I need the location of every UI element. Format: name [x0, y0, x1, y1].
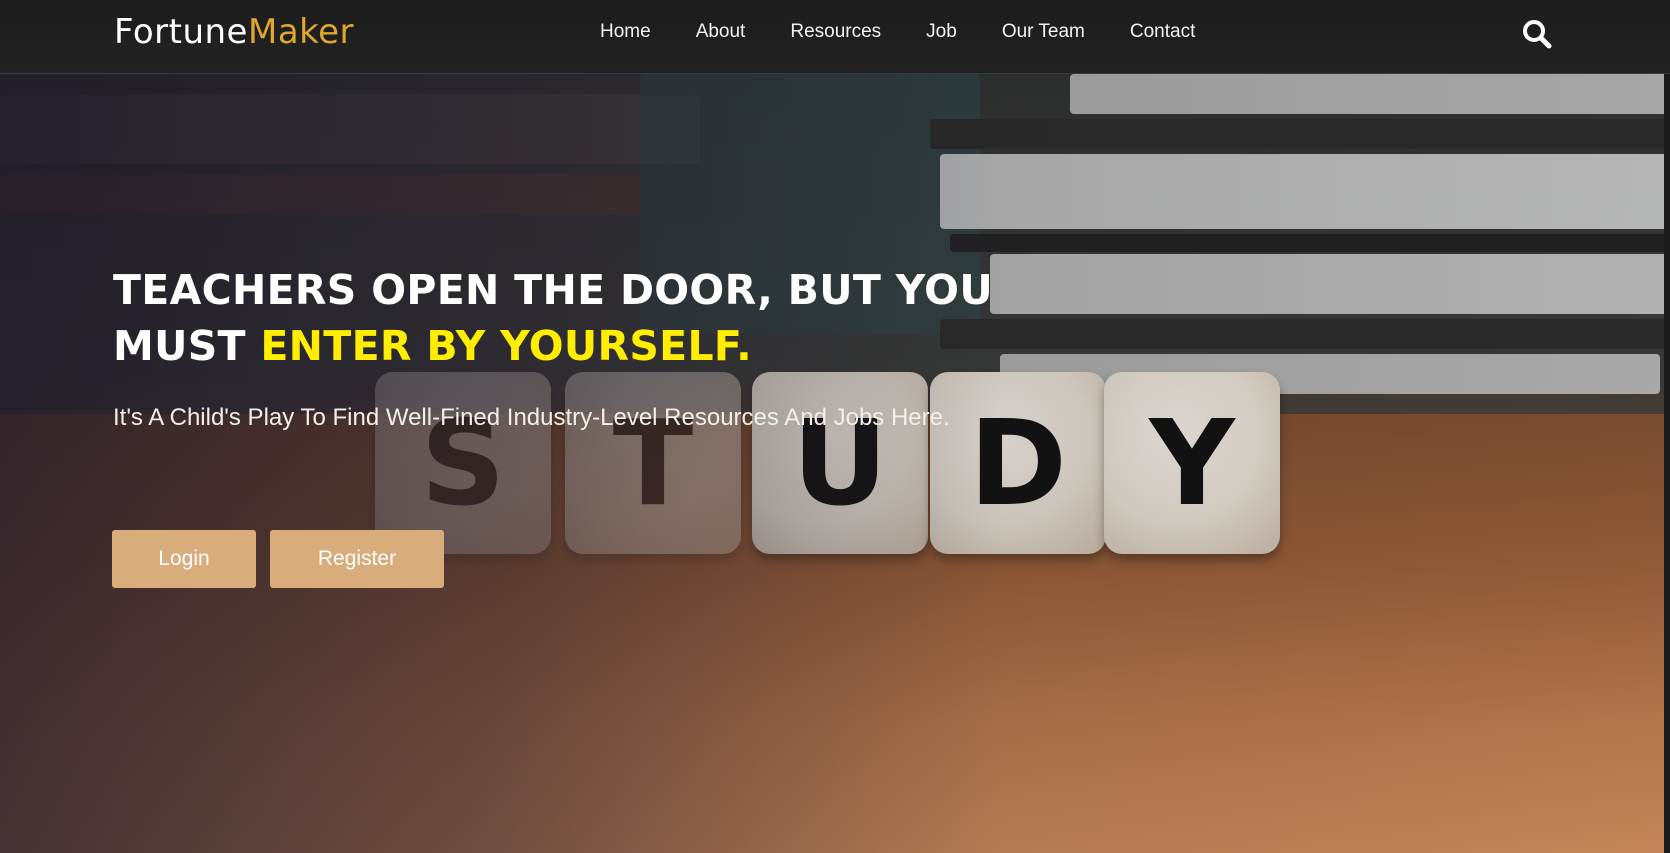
- nav-item-job[interactable]: Job: [926, 21, 957, 43]
- login-button[interactable]: Login: [112, 530, 256, 588]
- headline-highlight: ENTER BY YOURSELF.: [260, 322, 753, 370]
- headline-line2: MUST ENTER BY YOURSELF.: [113, 318, 1013, 374]
- page-edge: [1664, 74, 1670, 853]
- brand-logo[interactable]: FortuneMaker: [114, 12, 354, 52]
- hero-overlay: [0, 74, 1670, 853]
- search-icon: [1523, 20, 1552, 49]
- hero-section: S T U D Y: [0, 74, 1670, 853]
- top-navbar: FortuneMaker Home About Resources Job Ou…: [0, 0, 1670, 74]
- brand-name-part1: Fortune: [114, 12, 248, 52]
- nav-item-home[interactable]: Home: [600, 21, 651, 43]
- nav-item-about[interactable]: About: [696, 21, 746, 43]
- register-button[interactable]: Register: [270, 530, 444, 588]
- nav-item-our-team[interactable]: Our Team: [1002, 21, 1085, 43]
- headline-plain: MUST: [113, 322, 261, 370]
- search-button[interactable]: [1521, 18, 1553, 50]
- page: FortuneMaker Home About Resources Job Ou…: [0, 0, 1670, 853]
- brand-name-part2: Maker: [247, 12, 355, 52]
- hero-headline: TEACHERS OPEN THE DOOR, BUT YOU MUST ENT…: [113, 262, 1013, 374]
- nav-item-contact[interactable]: Contact: [1130, 21, 1195, 43]
- nav-menu: Home About Resources Job Our Team Contac…: [600, 21, 1240, 43]
- nav-item-resources[interactable]: Resources: [790, 21, 881, 43]
- hero-subtitle: It's A Child's Play To Find Well-Fined I…: [113, 404, 950, 431]
- headline-line1: TEACHERS OPEN THE DOOR, BUT YOU: [113, 266, 993, 314]
